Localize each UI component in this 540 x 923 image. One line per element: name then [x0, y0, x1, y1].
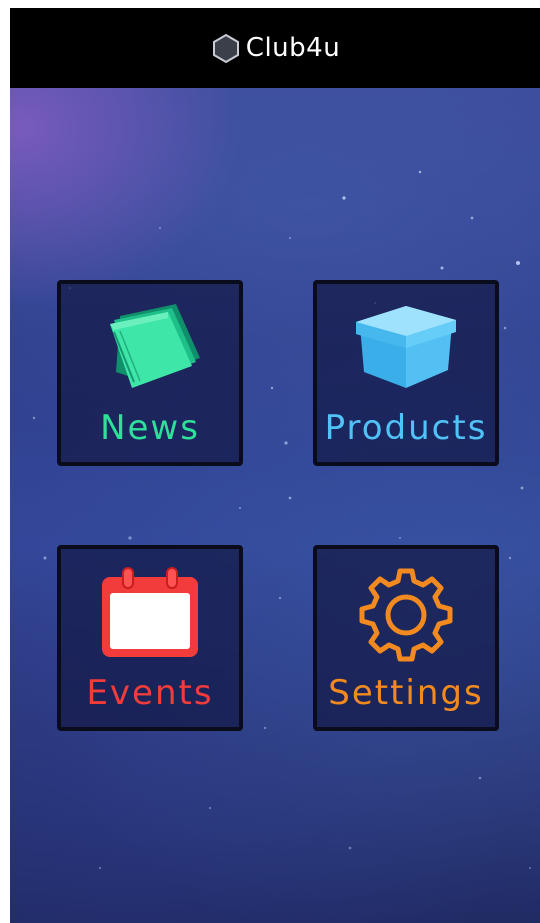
star-field	[32, 170, 532, 870]
app-screen: Club4u News Products Events Settings	[10, 8, 540, 923]
tile-news[interactable]: News	[57, 280, 243, 466]
gear-icon	[359, 568, 453, 662]
box-icon	[356, 306, 456, 388]
calendar-icon	[102, 567, 198, 657]
newspaper-icon	[110, 304, 200, 388]
tile-news-label: News	[100, 408, 200, 448]
tile-events[interactable]: Events	[57, 545, 243, 731]
space-background	[10, 88, 540, 923]
tile-products[interactable]: Products	[313, 280, 499, 466]
hexagon-icon	[212, 33, 239, 63]
app-header: Club4u	[10, 8, 540, 88]
tile-products-label: Products	[324, 408, 488, 448]
tile-settings[interactable]: Settings	[313, 545, 499, 731]
tile-events-label: Events	[86, 673, 214, 713]
tile-settings-label: Settings	[328, 673, 484, 713]
app-logo: Club4u	[212, 33, 340, 63]
app-title: Club4u	[245, 33, 341, 63]
